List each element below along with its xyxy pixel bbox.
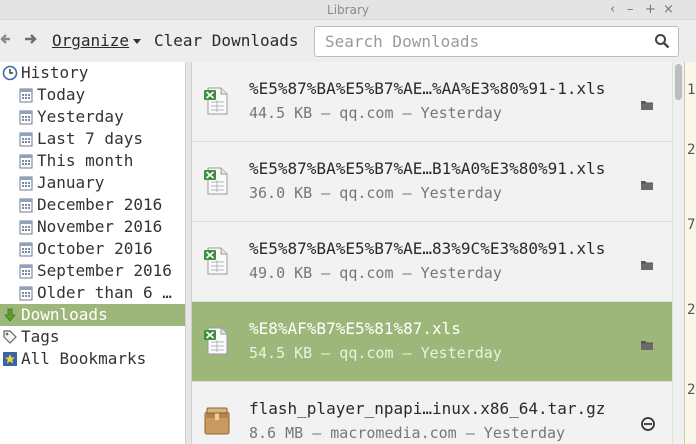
search-input[interactable] xyxy=(323,31,643,52)
edge-char: 2 xyxy=(687,382,696,398)
window-titlebar: Library ‹ – + × xyxy=(0,0,696,20)
sidebar-item-label: All Bookmarks xyxy=(21,349,147,368)
minimize-button[interactable]: – xyxy=(627,2,634,17)
library-sidebar: History Today Yesterday Last 7 days This mon… xyxy=(0,62,186,444)
downloads-list: %E5%87%BA%E5%B7%AE…%AA%E3%80%91-1.xls 44.… xyxy=(192,62,672,444)
download-filename: flash_player_npapi…inux.x86_64.tar.gz xyxy=(249,399,606,418)
download-meta: 54.5 KB — qq.com — Yesterday xyxy=(249,344,502,362)
download-filename: %E5%87%BA%E5%B7%AE…%AA%E3%80%91-1.xls xyxy=(249,79,606,98)
sidebar-item-september-2016[interactable]: September 2016 xyxy=(0,260,185,282)
sidebar-item-yesterday[interactable]: Yesterday xyxy=(0,106,185,128)
downloads-scrollbar[interactable] xyxy=(672,62,684,444)
sidebar-item-label: Today xyxy=(37,85,86,104)
toolbar: Organize Clear Downloads xyxy=(0,20,696,62)
calendar-icon xyxy=(18,197,34,213)
sidebar-item-november-2016[interactable]: November 2016 xyxy=(0,216,185,238)
sidebar-item-label: September 2016 xyxy=(37,261,172,280)
sidebar-item-label: Older than 6 … xyxy=(37,283,172,302)
window-title: Library xyxy=(327,3,369,17)
sidebar-item-label: This month xyxy=(37,151,134,170)
sidebar-item-label: January xyxy=(37,173,105,192)
maximize-button[interactable]: + xyxy=(645,2,656,17)
spreadsheet-icon xyxy=(202,246,230,280)
sidebar-item-this-month[interactable]: This month xyxy=(0,150,185,172)
download-icon xyxy=(2,307,18,323)
package-icon xyxy=(202,406,232,440)
download-meta: 49.0 KB — qq.com — Yesterday xyxy=(249,264,502,282)
folder-icon[interactable] xyxy=(640,256,654,275)
download-meta: 36.0 KB — qq.com — Yesterday xyxy=(249,184,502,202)
retry-icon[interactable] xyxy=(640,416,656,436)
sidebar-item-last-7-days[interactable]: Last 7 days xyxy=(0,128,185,150)
sidebar-item-label: Tags xyxy=(21,327,60,346)
download-meta: 44.5 KB — qq.com — Yesterday xyxy=(249,104,502,122)
clear-downloads-button[interactable]: Clear Downloads xyxy=(154,31,299,50)
calendar-icon xyxy=(18,153,34,169)
calendar-icon xyxy=(18,87,34,103)
download-item[interactable]: %E8%AF%B7%E5%81%87.xls 54.5 KB — qq.com —… xyxy=(192,302,672,382)
sidebar-item-january[interactable]: January xyxy=(0,172,185,194)
sidebar-item-label: Last 7 days xyxy=(37,129,143,148)
sidebar-item-older-than-6[interactable]: Older than 6 … xyxy=(0,282,185,304)
download-filename: %E5%87%BA%E5%B7%AE…B1%A0%E3%80%91.xls xyxy=(249,159,606,178)
folder-icon[interactable] xyxy=(640,176,654,195)
sidebar-item-tags[interactable]: Tags xyxy=(0,326,185,348)
edge-char: 1 xyxy=(687,82,696,98)
calendar-icon xyxy=(18,241,34,257)
search-box[interactable] xyxy=(314,26,679,57)
background-window-edge: 1 2 7 2 2 xyxy=(684,62,696,444)
calendar-icon xyxy=(18,263,34,279)
edge-char: 7 xyxy=(687,217,696,233)
forward-arrow-icon[interactable] xyxy=(24,31,38,50)
sidebar-item-label: November 2016 xyxy=(37,217,163,236)
download-item[interactable]: %E5%87%BA%E5%B7%AE…%AA%E3%80%91-1.xls 44.… xyxy=(192,62,672,142)
download-item[interactable]: %E5%87%BA%E5%B7%AE…83%9C%E3%80%91.xls 49.… xyxy=(192,222,672,302)
back-arrow-icon[interactable] xyxy=(0,31,12,50)
chevron-down-icon xyxy=(133,39,142,44)
sidebar-item-december-2016[interactable]: December 2016 xyxy=(0,194,185,216)
close-button[interactable]: × xyxy=(663,2,674,17)
search-icon[interactable] xyxy=(654,33,670,49)
download-filename: %E8%AF%B7%E5%81%87.xls xyxy=(249,319,461,338)
download-item[interactable]: %E5%87%BA%E5%B7%AE…B1%A0%E3%80%91.xls 36.… xyxy=(192,142,672,222)
edge-char: 2 xyxy=(687,142,696,158)
calendar-icon xyxy=(18,175,34,191)
calendar-icon xyxy=(18,285,34,301)
window-menu-button[interactable]: ‹ xyxy=(610,2,615,17)
spreadsheet-icon xyxy=(202,86,230,120)
calendar-icon xyxy=(18,219,34,235)
scrollbar-thumb[interactable] xyxy=(675,64,682,100)
sidebar-item-october-2016[interactable]: October 2016 xyxy=(0,238,185,260)
tag-icon xyxy=(2,329,18,345)
download-item[interactable]: flash_player_npapi…inux.x86_64.tar.gz 8.6… xyxy=(192,382,672,444)
calendar-icon xyxy=(18,109,34,125)
sidebar-item-downloads[interactable]: Downloads xyxy=(0,304,185,326)
calendar-icon xyxy=(18,131,34,147)
sidebar-item-all-bookmarks[interactable]: All Bookmarks xyxy=(0,348,185,370)
organize-menu-button[interactable]: Organize xyxy=(52,31,142,50)
download-filename: %E5%87%BA%E5%B7%AE…83%9C%E3%80%91.xls xyxy=(249,239,606,258)
sidebar-item-label: December 2016 xyxy=(37,195,163,214)
sidebar-item-label: October 2016 xyxy=(37,239,153,258)
sidebar-item-history[interactable]: History xyxy=(0,62,185,84)
clock-icon xyxy=(2,65,18,81)
sidebar-item-label: Downloads xyxy=(21,305,108,324)
sidebar-item-label: History xyxy=(21,63,89,82)
folder-icon[interactable] xyxy=(640,96,654,115)
organize-label: Organize xyxy=(52,31,130,50)
download-meta: 8.6 MB — macromedia.com — Yesterday xyxy=(249,424,566,442)
star-icon xyxy=(2,351,18,367)
folder-icon[interactable] xyxy=(640,336,654,355)
sidebar-item-label: Yesterday xyxy=(37,107,124,126)
edge-char: 2 xyxy=(687,302,696,318)
spreadsheet-icon xyxy=(202,166,230,200)
spreadsheet-icon xyxy=(202,326,230,360)
sidebar-item-today[interactable]: Today xyxy=(0,84,185,106)
